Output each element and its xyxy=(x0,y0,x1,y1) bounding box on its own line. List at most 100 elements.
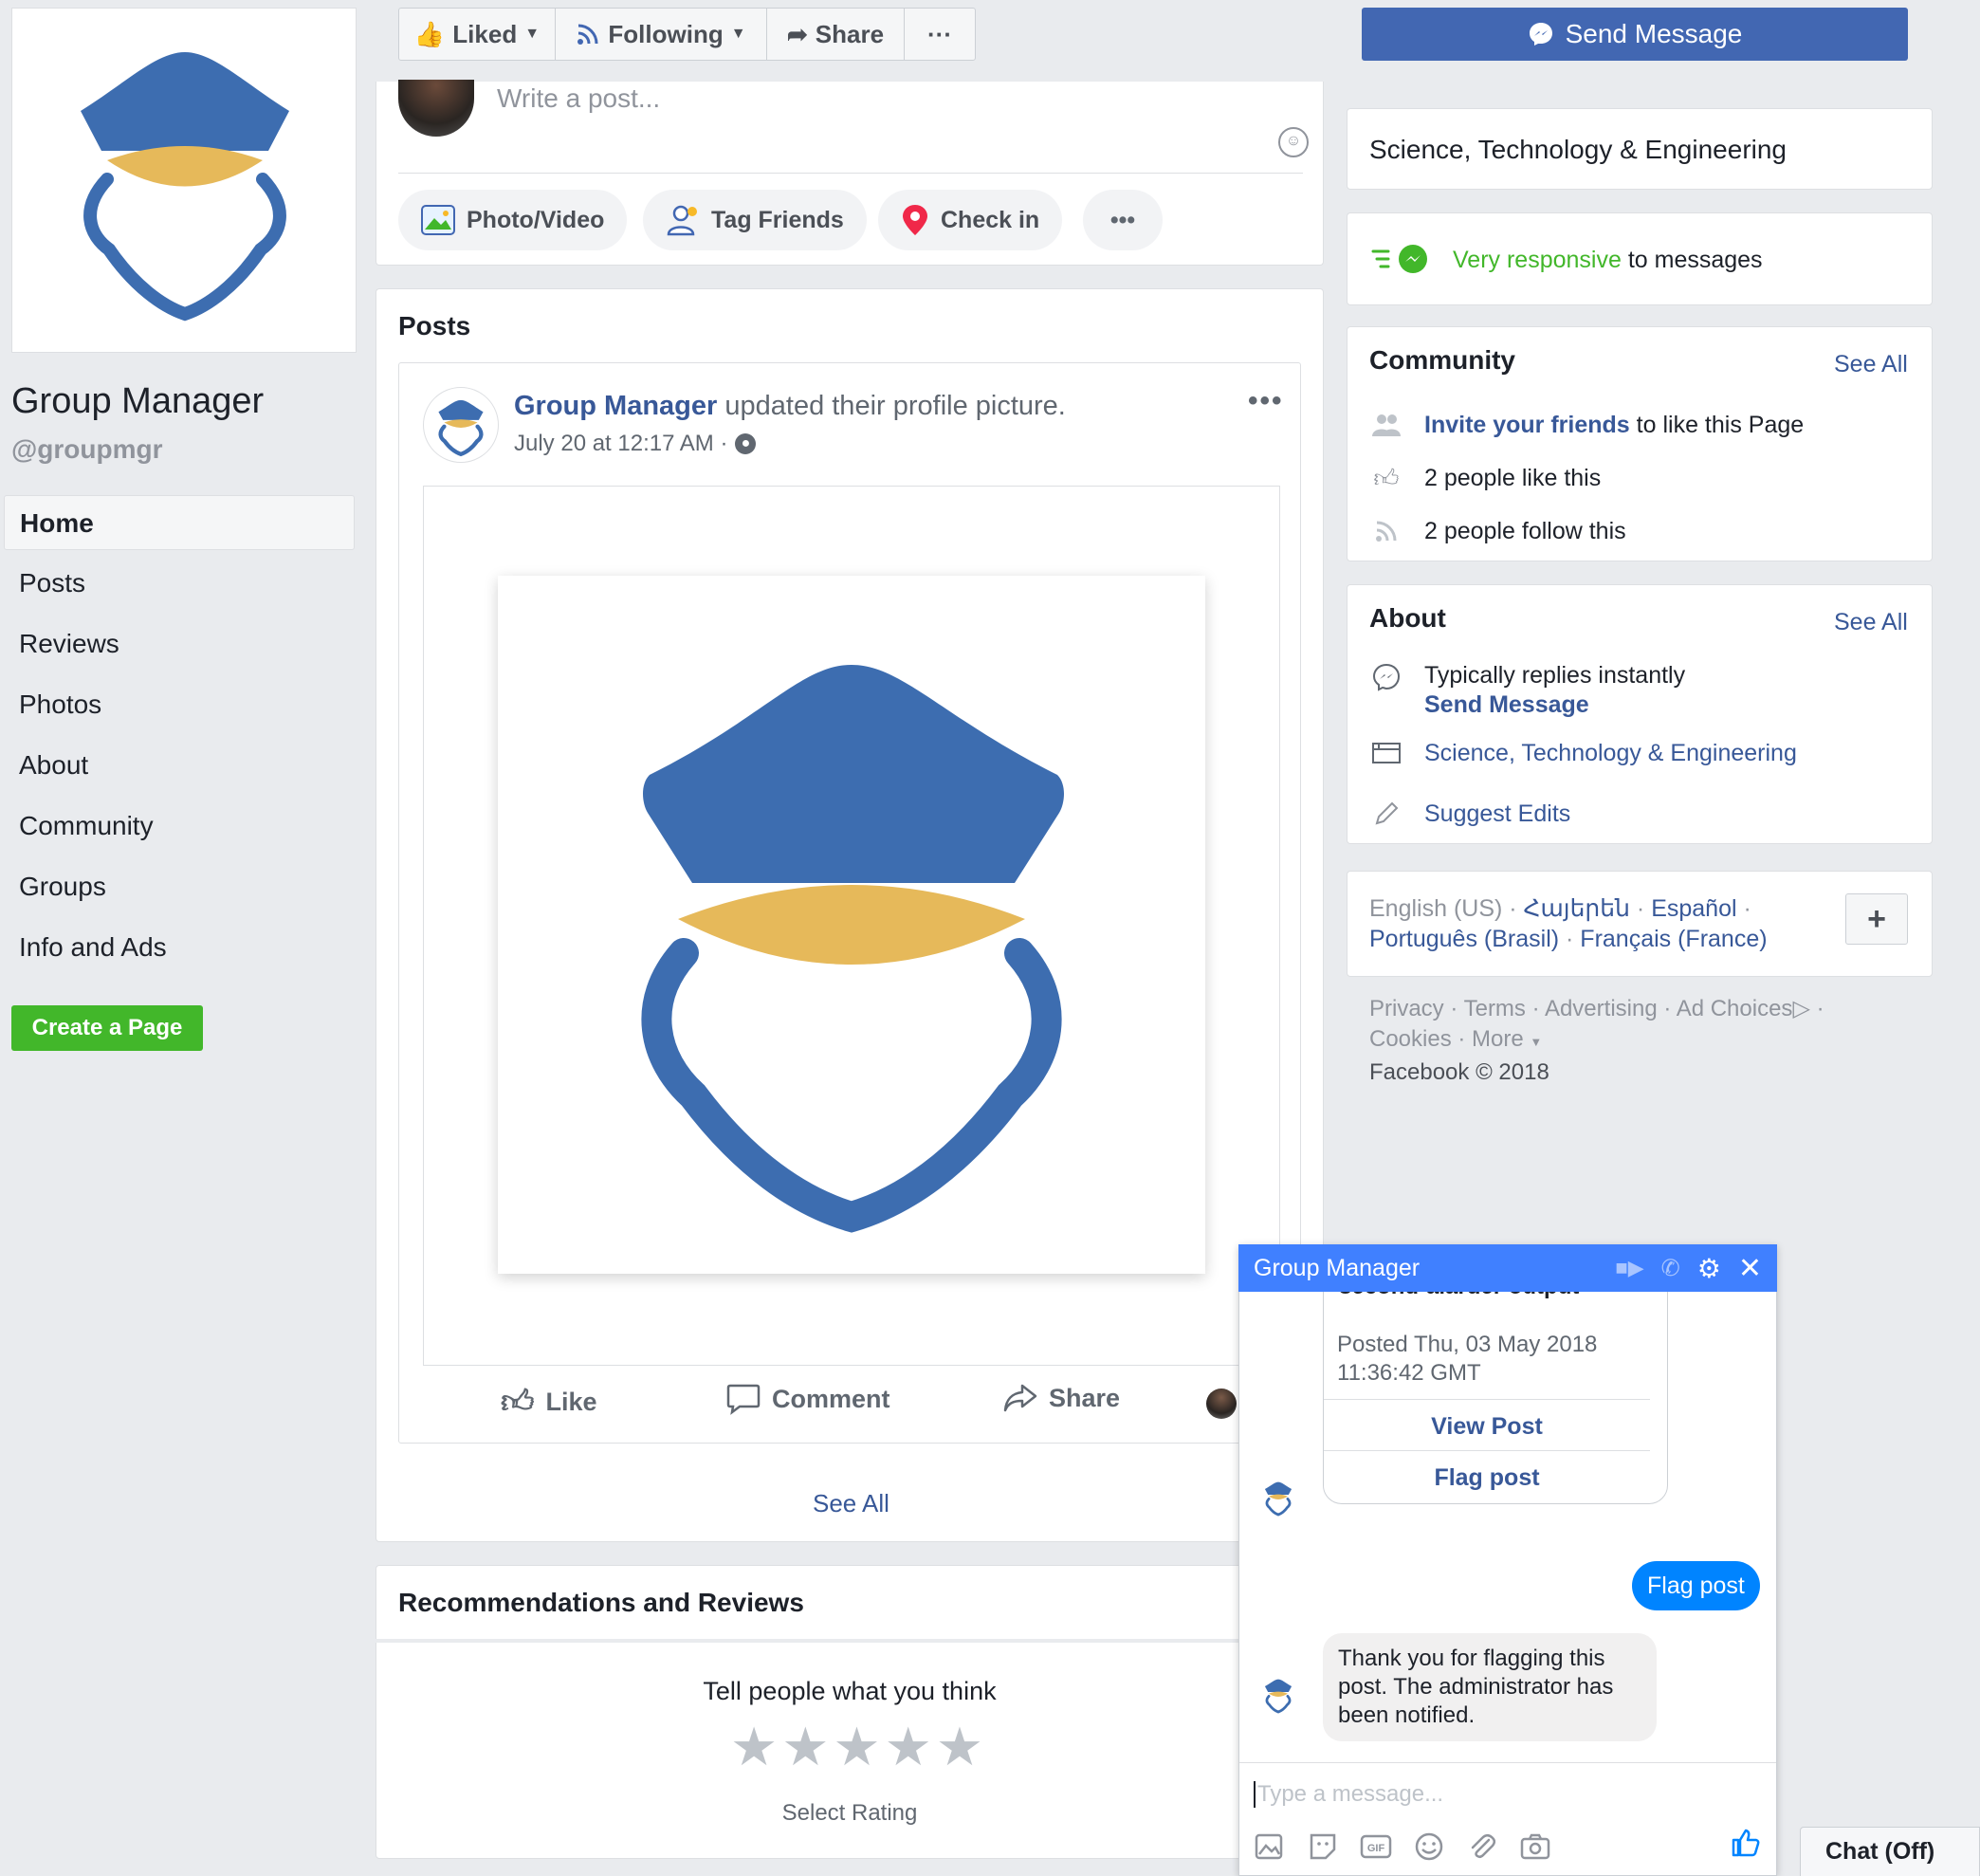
about-category-link[interactable]: Science, Technology & Engineering xyxy=(1424,740,1797,767)
check-in-button[interactable]: Check in xyxy=(878,190,1063,250)
write-post-input[interactable]: Write a post... xyxy=(497,83,1237,114)
gif-icon[interactable]: GIF xyxy=(1360,1830,1392,1863)
reply-time-row: Typically replies instantly Send Message xyxy=(1371,662,1685,719)
post-author-avatar[interactable] xyxy=(423,387,499,463)
nav-home[interactable]: Home xyxy=(4,495,355,550)
rss-icon xyxy=(578,24,598,45)
group-manager-logo xyxy=(81,52,289,322)
nav-reviews[interactable]: Reviews xyxy=(4,616,355,671)
star-icon[interactable]: ★ xyxy=(885,1719,932,1775)
terms-link[interactable]: Terms xyxy=(1464,996,1526,1021)
composer-divider xyxy=(398,173,1303,174)
emoji-icon[interactable] xyxy=(1413,1830,1445,1863)
suggest-edits-link[interactable]: Suggest Edits xyxy=(1424,800,1570,828)
thumbs-up-send-icon[interactable] xyxy=(1730,1827,1762,1859)
profile-picture[interactable] xyxy=(11,8,357,353)
language-armenian[interactable]: Հայերեն xyxy=(1524,895,1630,922)
nav-photos[interactable]: Photos xyxy=(4,677,355,732)
language-spanish[interactable]: Español xyxy=(1651,895,1736,922)
nav-info-and-ads[interactable]: Info and Ads xyxy=(4,920,355,975)
reviews-heading: Recommendations and Reviews xyxy=(398,1588,804,1617)
paperclip-icon[interactable] xyxy=(1466,1830,1498,1863)
post-card-message: second-alarder output Posted Thu, 03 May… xyxy=(1323,1292,1668,1504)
cookies-link[interactable]: Cookies xyxy=(1369,1026,1452,1052)
languages-list: English (US) · Հայերեն · Español · Portu… xyxy=(1369,895,1768,952)
review-prompt: Tell people what you think xyxy=(703,1677,997,1705)
star-rating[interactable]: ★ ★ ★ ★ ★ xyxy=(730,1719,983,1775)
category-text[interactable]: Science, Technology & Engineering xyxy=(1369,135,1787,165)
star-icon[interactable]: ★ xyxy=(730,1719,778,1775)
nav-community[interactable]: Community xyxy=(4,799,355,854)
advertising-link[interactable]: Advertising xyxy=(1545,996,1658,1021)
chat-header[interactable]: Group Manager ■▶ ✆ ⚙ ✕ xyxy=(1238,1244,1777,1292)
post-author-link[interactable]: Group Manager xyxy=(514,391,717,421)
photo-attach-icon[interactable] xyxy=(1254,1830,1286,1863)
caret-down-icon: ▼ xyxy=(1530,1035,1543,1049)
following-button[interactable]: Following ▼ xyxy=(555,8,767,61)
post-timestamp: July 20 at 12:17 AM · ● xyxy=(514,431,757,457)
composer-more-button[interactable]: ••• xyxy=(1083,190,1163,250)
star-icon[interactable]: ★ xyxy=(781,1719,829,1775)
share-page-button[interactable]: ➦ Share xyxy=(766,8,905,61)
location-pin-icon xyxy=(903,205,927,235)
close-icon[interactable]: ✕ xyxy=(1738,1252,1762,1285)
bot-avatar xyxy=(1258,1675,1298,1715)
language-portuguese[interactable]: Português (Brasil) xyxy=(1369,926,1559,952)
gear-icon[interactable]: ⚙ xyxy=(1697,1253,1721,1284)
more-link[interactable]: More xyxy=(1472,1026,1524,1052)
posts-see-all-link[interactable]: See All xyxy=(813,1489,889,1518)
friends-icon xyxy=(1371,410,1402,440)
liked-button[interactable]: 👍 Liked ▼ xyxy=(398,8,556,61)
commenter-avatar[interactable] xyxy=(1206,1389,1237,1419)
sticker-icon[interactable] xyxy=(1307,1830,1339,1863)
community-see-all-link[interactable]: See All xyxy=(1834,351,1908,378)
more-options-button[interactable]: ··· xyxy=(904,8,976,61)
share-arrow-icon xyxy=(1003,1384,1037,1412)
chat-messages: second-alarder output Posted Thu, 03 May… xyxy=(1239,1292,1776,1762)
page-name: Group Manager xyxy=(11,381,265,421)
suggest-edits-row: Suggest Edits xyxy=(1371,799,1570,829)
emoji-icon[interactable]: ☺ xyxy=(1278,127,1309,157)
comment-button[interactable]: Comment xyxy=(726,1383,890,1415)
tag-friends-icon xyxy=(667,205,697,236)
invite-friends-link[interactable]: Invite your friends xyxy=(1424,412,1630,438)
nav-groups[interactable]: Groups xyxy=(4,859,355,914)
chat-message-input[interactable]: Type a message... xyxy=(1254,1781,1747,1808)
star-icon[interactable]: ★ xyxy=(833,1719,880,1775)
likes-count-row: 👍︎ 2 people like this xyxy=(1371,463,1601,493)
post-header-text: Group Manager updated their profile pict… xyxy=(514,391,1066,421)
chat-title[interactable]: Group Manager xyxy=(1254,1255,1615,1282)
send-message-button[interactable]: Send Message xyxy=(1362,8,1908,61)
globe-icon: ● xyxy=(735,433,757,454)
add-language-button[interactable]: + xyxy=(1845,893,1908,945)
community-title: Community xyxy=(1369,345,1515,375)
ad-choices-link[interactable]: Ad Choices xyxy=(1677,996,1793,1021)
chat-status-tab[interactable]: Chat (Off) xyxy=(1800,1827,1980,1876)
about-send-message-link[interactable]: Send Message xyxy=(1424,691,1685,719)
post-options-button[interactable]: ••• xyxy=(1248,385,1284,417)
flag-post-button[interactable]: Flag post xyxy=(1324,1458,1650,1498)
responsive-messenger-icon xyxy=(1371,245,1427,273)
share-arrow-icon: ➦ xyxy=(786,19,808,48)
like-button[interactable]: 👍︎ Like xyxy=(501,1383,597,1422)
post-image-frame[interactable] xyxy=(423,486,1280,1366)
photo-video-button[interactable]: Photo/Video xyxy=(398,190,628,250)
camera-icon[interactable] xyxy=(1519,1830,1551,1863)
post-image-card xyxy=(498,576,1205,1274)
create-page-button[interactable]: Create a Page xyxy=(11,1005,203,1051)
messenger-outline-icon xyxy=(1371,662,1402,692)
thumbs-up-icon: 👍 xyxy=(413,19,446,48)
comment-icon xyxy=(726,1384,761,1415)
about-see-all-link[interactable]: See All xyxy=(1834,609,1908,636)
language-french[interactable]: Français (France) xyxy=(1580,926,1767,952)
phone-icon[interactable]: ✆ xyxy=(1661,1255,1680,1282)
share-post-button[interactable]: Share xyxy=(1003,1383,1120,1413)
nav-posts[interactable]: Posts xyxy=(4,556,355,611)
privacy-link[interactable]: Privacy xyxy=(1369,996,1444,1021)
category-folder-icon xyxy=(1371,738,1402,768)
tag-friends-button[interactable]: Tag Friends xyxy=(643,190,867,250)
view-post-button[interactable]: View Post xyxy=(1324,1407,1650,1446)
nav-about[interactable]: About xyxy=(4,738,355,793)
star-icon[interactable]: ★ xyxy=(936,1719,983,1775)
video-call-icon[interactable]: ■▶ xyxy=(1615,1256,1643,1280)
